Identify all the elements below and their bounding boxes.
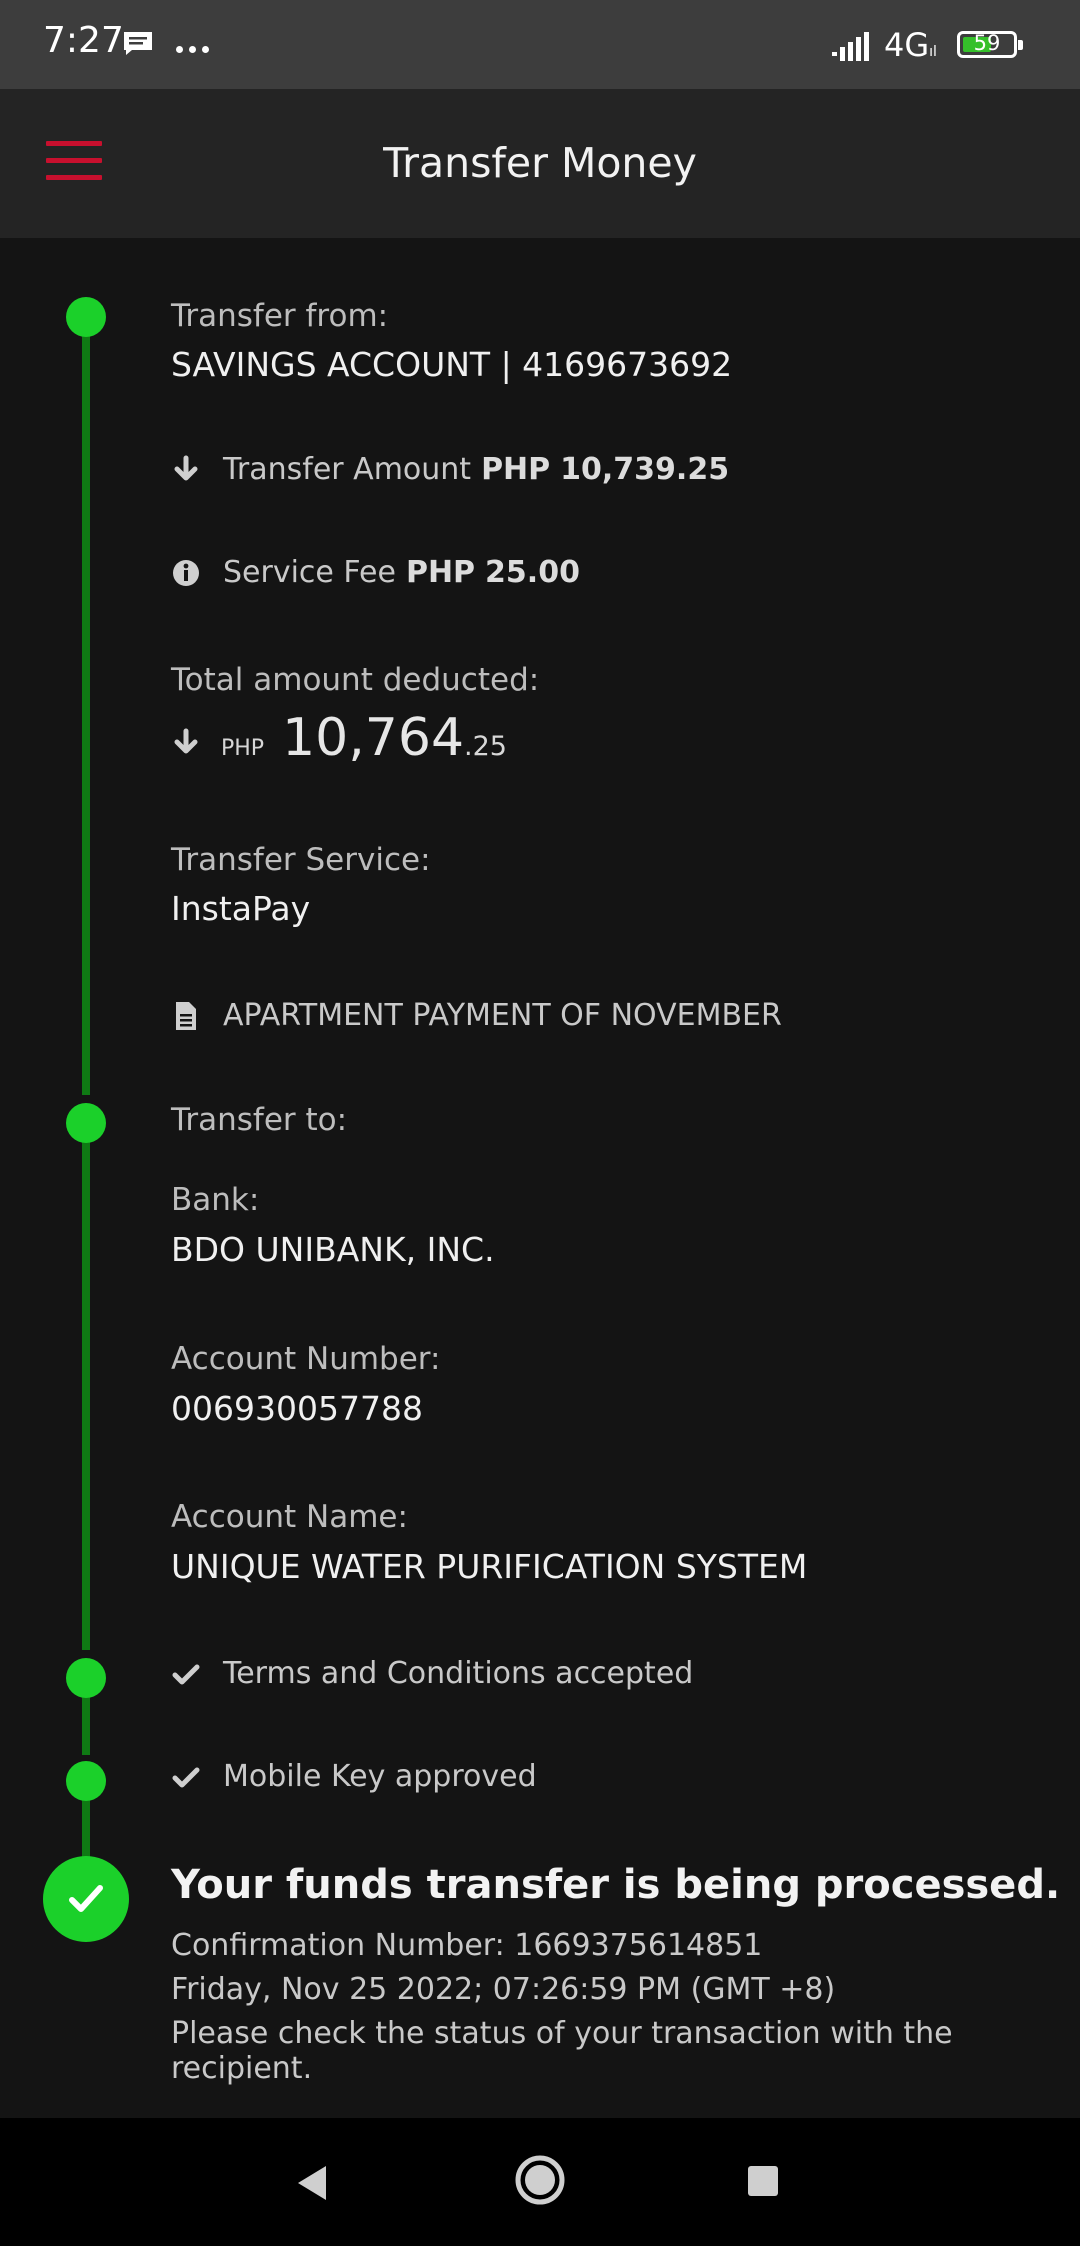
page-title: Transfer Money	[383, 139, 697, 187]
timeline-line	[82, 1800, 90, 1860]
terms-accepted-row: Terms and Conditions accepted	[171, 1656, 693, 1691]
signal-icon	[832, 32, 869, 61]
transfer-from-label: Transfer from:	[171, 298, 389, 334]
arrow-down-icon	[174, 455, 198, 480]
success-check-icon	[43, 1856, 129, 1942]
total-deducted-amount: PHP 10,764 .25	[171, 708, 507, 768]
recent-apps-icon[interactable]	[748, 2166, 778, 2196]
app-bar: Transfer Money	[0, 89, 1080, 238]
timeline-line	[82, 1695, 90, 1755]
timeline-line	[82, 335, 90, 1095]
timeline-dot	[66, 1103, 106, 1143]
transfer-amount-value: 10,739.25	[560, 452, 730, 487]
battery-level: 59	[973, 31, 1001, 55]
timeline-line	[82, 1140, 90, 1650]
service-fee-value: 25.00	[485, 555, 580, 590]
transfer-amount-currency: PHP	[481, 452, 551, 487]
mobile-key-row: Mobile Key approved	[171, 1759, 537, 1794]
check-icon	[172, 1664, 200, 1684]
result-title: Your funds transfer is being processed.	[171, 1862, 1061, 1908]
note-row: APARTMENT PAYMENT OF NOVEMBER	[171, 998, 782, 1033]
terms-accepted-text: Terms and Conditions accepted	[223, 1656, 694, 1691]
total-decimal: .25	[464, 731, 507, 762]
total-deducted-label: Total amount deducted:	[171, 662, 540, 698]
account-number-value: 006930057788	[171, 1389, 423, 1428]
battery-icon: 59	[957, 31, 1023, 58]
bank-label: Bank:	[171, 1182, 260, 1218]
transfer-service-label: Transfer Service:	[171, 842, 431, 878]
mobile-key-text: Mobile Key approved	[223, 1759, 537, 1794]
confirmation-number: Confirmation Number: 1669375614851	[171, 1928, 763, 1963]
account-name-label: Account Name:	[171, 1499, 408, 1535]
status-time: 7:27	[43, 20, 124, 61]
info-icon	[173, 559, 199, 586]
note-text: APARTMENT PAYMENT OF NOVEMBER	[223, 998, 782, 1033]
service-fee-currency: PHP	[405, 555, 476, 590]
check-icon	[172, 1767, 200, 1787]
system-nav-bar	[0, 2118, 1080, 2246]
recipient-status-message: Please check the status of your transact…	[171, 2016, 953, 2086]
document-icon	[176, 1001, 196, 1030]
transfer-from-value: SAVINGS ACCOUNT | 4169673692	[171, 345, 733, 384]
account-name-value: UNIQUE WATER PURIFICATION SYSTEM	[171, 1547, 808, 1586]
network-type: 4Gıl	[884, 26, 937, 64]
service-fee-row: Service Fee PHP 25.00	[171, 555, 580, 590]
home-icon[interactable]	[514, 2154, 566, 2206]
transfer-service-value: InstaPay	[171, 889, 311, 928]
transfer-to-label: Transfer to:	[171, 1102, 348, 1138]
transfer-amount-label: Transfer Amount	[223, 452, 472, 487]
service-fee-label: Service Fee	[223, 555, 396, 590]
account-number-label: Account Number:	[171, 1341, 441, 1377]
more-notifications-icon	[176, 38, 215, 57]
back-icon[interactable]	[294, 2164, 328, 2202]
transfer-amount-row: Transfer Amount PHP 10,739.25	[171, 452, 729, 487]
bank-value: BDO UNIBANK, INC.	[171, 1230, 495, 1269]
total-whole: 10,764	[282, 708, 465, 768]
message-icon	[124, 32, 152, 55]
timeline-dot	[66, 1658, 106, 1698]
timeline-dot	[66, 297, 106, 337]
total-currency: PHP	[221, 736, 265, 761]
status-bar: 7:27 4Gıl 59	[0, 0, 1080, 89]
transaction-datetime: Friday, Nov 25 2022; 07:26:59 PM (GMT +8…	[171, 1972, 836, 2007]
timeline-dot	[66, 1761, 106, 1801]
